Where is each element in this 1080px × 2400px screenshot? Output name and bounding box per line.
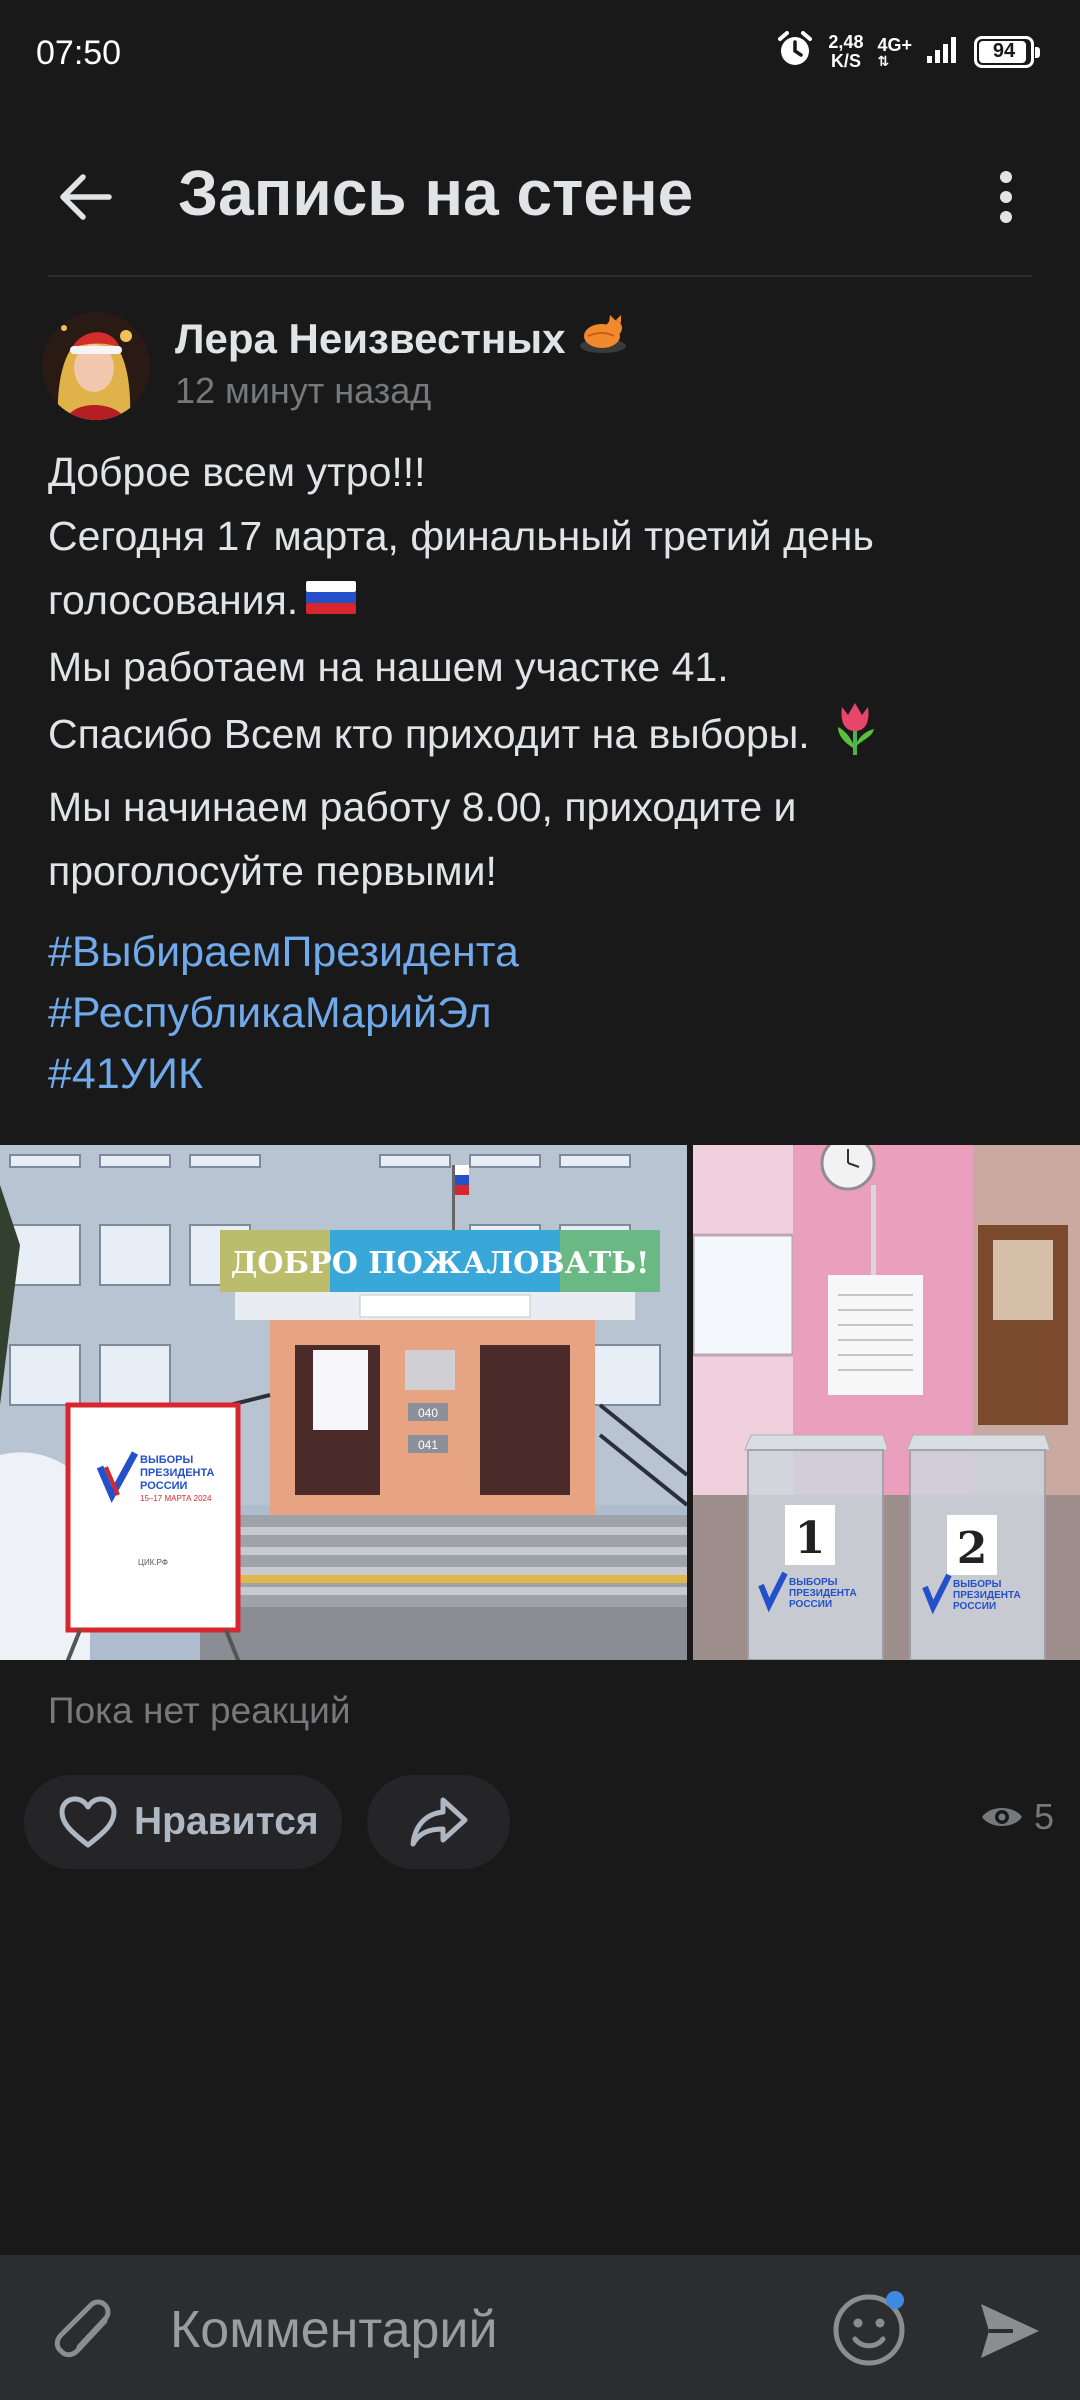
views-count: 5 [1033,1796,1054,1837]
box2-label-line1: ВЫБОРЫ [953,1579,1002,1590]
network-type: 4G+ ⇅ [877,35,912,69]
comment-bar [0,2255,1080,2400]
paperclip-icon [54,2299,111,2358]
russia-flag-icon [304,571,358,635]
cat-emoji-icon [578,314,628,364]
status-bar: 07:50 2,48 K/S 4G+ ⇅ 94 [0,0,1080,108]
status-time: 07:50 [36,34,122,72]
post-timestamp: 12 минут назад [175,370,432,411]
share-icon [410,1797,467,1847]
signal-icon [926,34,960,69]
share-button[interactable] [367,1775,510,1869]
attach-button[interactable] [44,2289,124,2369]
post-line: проголосуйте первыми! [48,848,497,895]
box-number-1: 1 [795,1513,826,1564]
battery-indicator: 94 [974,35,1040,68]
eye-icon [981,1808,1022,1826]
alarm-icon [776,30,814,73]
welcome-banner-text: ДОБРО ПОЖАЛОВАТЬ! [231,1246,650,1281]
comment-input[interactable] [170,2295,790,2365]
hashtag-link[interactable]: #РеспубликаМарийЭл [48,983,519,1044]
back-button[interactable] [40,152,130,242]
poster-line1: ВЫБОРЫ [140,1454,194,1466]
author-avatar[interactable] [42,312,150,420]
page-title: Запись на стене [178,157,694,229]
hashtags: #ВыбираемПрезидента #РеспубликаМарийЭл #… [48,922,519,1105]
like-label: Нравится [134,1800,319,1843]
author-name[interactable]: Лера Неизвестных [175,314,628,364]
poster-site: ЦИК.РФ [138,1558,168,1567]
poster-dates: 15–17 МАРТА 2024 [140,1494,212,1503]
views-counter: 5 [980,1796,1054,1838]
emoji-button[interactable] [830,2287,912,2369]
post-line: Мы работаем на нашем участке 41. [48,644,729,691]
post-line-with-tulip: Спасибо Всем кто приходит на выборы. [48,699,1048,775]
box-number-2: 2 [957,1523,988,1574]
send-icon [981,2304,1039,2358]
post-photo-ballot-boxes[interactable]: 1 ВЫБОРЫ ПРЕЗИДЕНТА РОССИИ 2 ВЫБОРЫ ПРЕЗ… [693,1145,1080,1660]
hashtag-link[interactable]: #ВыбираемПрезидента [48,922,519,983]
hashtag-link[interactable]: #41УИК [48,1044,519,1105]
network-speed: 2,48 K/S [828,31,864,71]
box2-label-line3: РОССИИ [953,1601,996,1612]
poster-line3: РОССИИ [140,1480,188,1492]
box1-label-line2: ПРЕЗИДЕНТА [789,1588,857,1599]
post-photo-entrance[interactable]: ДОБРО ПОЖАЛОВАТЬ! 040 041 ВЫБОРЫ ПРЕЗИДЕ… [0,1145,687,1660]
box2-label-line2: ПРЕЗИДЕНТА [953,1590,1021,1601]
reactions-status: Пока нет реакций [48,1690,351,1731]
like-button[interactable]: Нравится [24,1775,342,1869]
plate-041: 041 [418,1438,438,1452]
top-app-bar: Запись на стене [0,120,1080,270]
more-options-button[interactable] [966,152,1046,242]
header-divider [48,275,1032,277]
post-line: Доброе всем утро!!! [48,449,426,495]
post-text: Доброе всем утро!!! Сегодня 17 марта, фи… [48,440,1048,903]
box1-label-line1: ВЫБОРЫ [789,1577,838,1588]
send-button[interactable] [970,2291,1050,2371]
status-icons: 2,48 K/S 4G+ ⇅ 94 [776,30,1040,73]
tulip-icon [830,699,880,775]
box1-label-line3: РОССИИ [789,1599,832,1610]
plate-040: 040 [418,1406,438,1420]
post-line-with-flag: голосования. [48,568,1048,635]
poster-line2: ПРЕЗИДЕНТА [140,1467,215,1479]
notification-dot [886,2291,904,2309]
post-line: Мы начинаем работу 8.00, приходите и [48,784,797,831]
heart-icon [59,1796,117,1848]
smile-icon [833,2291,905,2366]
arrow-left-icon [60,174,112,220]
post-line: Сегодня 17 марта, финальный третий день [48,513,874,559]
more-vertical-icon [1000,171,1012,223]
